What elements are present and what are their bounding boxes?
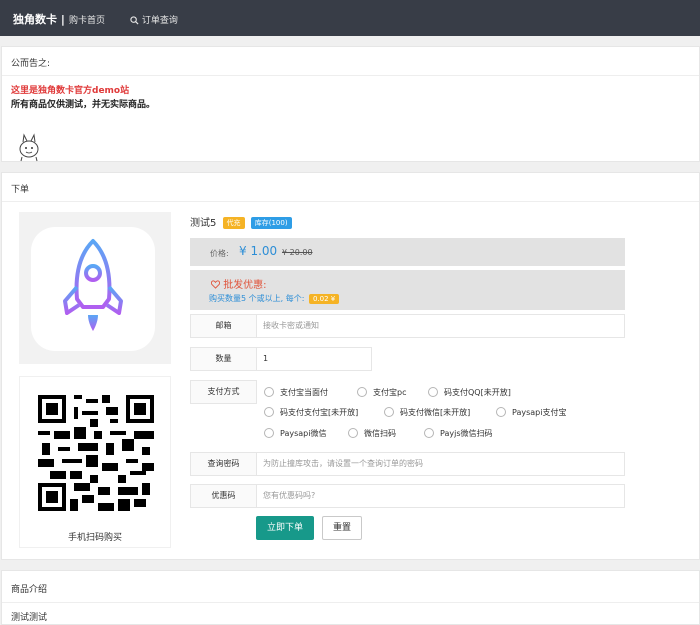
heart-icon — [210, 280, 221, 289]
divider — [2, 75, 699, 76]
notice-body-text: 所有商品仅供测试，并无实际商品。 — [11, 100, 156, 110]
pay-option-payjs-wechat[interactable]: Payjs微信扫码 — [424, 428, 493, 439]
pay-option-codepay-qq[interactable]: 码支付QQ[未开放] — [428, 387, 511, 398]
radio-circle — [264, 387, 274, 397]
qr-code-box: 手机扫码购买 — [19, 376, 171, 548]
pay-option-label: 微信扫码 — [364, 429, 396, 438]
pay-option-codepay-wechat[interactable]: 码支付微信[未开放] — [384, 407, 470, 418]
radio-circle — [384, 407, 394, 417]
divider — [2, 201, 699, 202]
bulk-discount-title: 批发优惠: — [210, 276, 267, 291]
query-password-label: 查询密码 — [190, 452, 257, 476]
qr-code-caption: 手机扫码购买 — [67, 533, 122, 543]
product-title-row: 测试5 代充 库存(100) — [190, 214, 292, 229]
radio-circle — [264, 428, 274, 438]
product-image — [19, 212, 171, 364]
radio-circle — [357, 387, 367, 397]
brand-logo-text[interactable]: 独角数卡 | — [13, 11, 65, 27]
delivery-type-badge: 代充 — [222, 217, 245, 229]
notice-highlight-text: 这里是独角数卡官方demo站 — [11, 86, 130, 96]
payment-method-label: 支付方式 — [190, 380, 257, 404]
qr-code-image — [38, 395, 154, 511]
payment-options: 支付宝当面付 支付宝pc 码支付QQ[未开放] 码支付支付宝[未开放] 码支付微… — [256, 380, 625, 448]
stock-badge: 库存(100) — [250, 217, 292, 229]
radio-circle — [348, 428, 358, 438]
search-icon — [130, 16, 139, 25]
product-name: 测试5 — [190, 218, 217, 229]
query-password-input[interactable]: 为防止撞库攻击，请设置一个查询订单的密码 — [256, 452, 625, 476]
current-price: ¥ 1.00 — [239, 244, 278, 258]
notice-panel: 公而告之: 这里是独角数卡官方demo站 所有商品仅供测试，并无实际商品。 — [1, 46, 700, 162]
pay-option-label: 码支付支付宝[未开放] — [280, 408, 359, 417]
intro-body-text: 测试测试 — [11, 613, 48, 623]
divider — [2, 602, 699, 603]
rocket-app-icon — [31, 227, 155, 351]
pay-option-label: 支付宝当面付 — [280, 388, 328, 397]
nav-home-link[interactable]: 购卡首页 — [69, 13, 105, 26]
pay-option-paysapi-alipay[interactable]: Paysapi支付宝 — [496, 407, 566, 418]
pay-option-wechat-scan[interactable]: 微信扫码 — [348, 428, 396, 439]
coupon-label: 优惠码 — [190, 484, 257, 508]
price-label: 价格: — [210, 249, 229, 258]
rocket-icon — [63, 239, 123, 331]
nav-order-query-link[interactable]: 订单查询 — [130, 13, 178, 26]
bulk-discount-box: 批发优惠: 购买数量5 个或以上, 每个: 0.02 ¥ — [190, 270, 625, 310]
bulk-discount-amount: 0.02 ¥ — [308, 294, 340, 304]
cartoon-emoji-icon — [19, 133, 39, 162]
quantity-label: 数量 — [190, 347, 257, 371]
price-box: 价格: ¥ 1.00 ¥ 20.00 — [190, 238, 625, 266]
pay-option-label: 码支付微信[未开放] — [400, 408, 471, 417]
radio-circle — [428, 387, 438, 397]
radio-circle — [264, 407, 274, 417]
reset-button[interactable]: 重置 — [322, 516, 362, 540]
radio-circle — [424, 428, 434, 438]
coupon-input[interactable]: 您有优惠码吗? — [256, 484, 625, 508]
quantity-input[interactable]: 1 — [256, 347, 372, 371]
pay-option-alipay-pc[interactable]: 支付宝pc — [357, 387, 406, 398]
pay-option-paysapi-wechat[interactable]: Paysapi微信 — [264, 428, 326, 439]
product-intro-panel: 商品介绍 测试测试 — [1, 570, 700, 625]
pay-option-label: 支付宝pc — [373, 388, 407, 397]
pay-option-label: Paysapi支付宝 — [512, 408, 567, 417]
radio-circle — [496, 407, 506, 417]
pay-option-label: Paysapi微信 — [280, 429, 327, 438]
pay-option-label: Payjs微信扫码 — [440, 429, 493, 438]
intro-title: 商品介绍 — [11, 585, 48, 595]
bulk-discount-rule: 购买数量5 个或以上, 每个: 0.02 ¥ — [209, 293, 340, 304]
email-input[interactable]: 接收卡密或通知 — [256, 314, 625, 338]
pay-option-codepay-alipay[interactable]: 码支付支付宝[未开放] — [264, 407, 358, 418]
notice-title: 公而告之: — [11, 59, 51, 69]
submit-order-button[interactable]: 立即下单 — [256, 516, 314, 540]
nav-order-query-label: 订单查询 — [141, 16, 178, 26]
email-label: 邮箱 — [190, 314, 257, 338]
order-title: 下单 — [11, 185, 30, 195]
original-price: ¥ 20.00 — [282, 248, 313, 257]
bulk-discount-text: 购买数量5 个或以上, 每个: — [209, 294, 305, 303]
top-navbar: 独角数卡 | 购卡首页 订单查询 — [0, 0, 700, 36]
pay-option-label: 码支付QQ[未开放] — [444, 388, 511, 397]
bulk-discount-title-text: 批发优惠: — [223, 280, 267, 291]
pay-option-alipay-f2f[interactable]: 支付宝当面付 — [264, 387, 328, 398]
